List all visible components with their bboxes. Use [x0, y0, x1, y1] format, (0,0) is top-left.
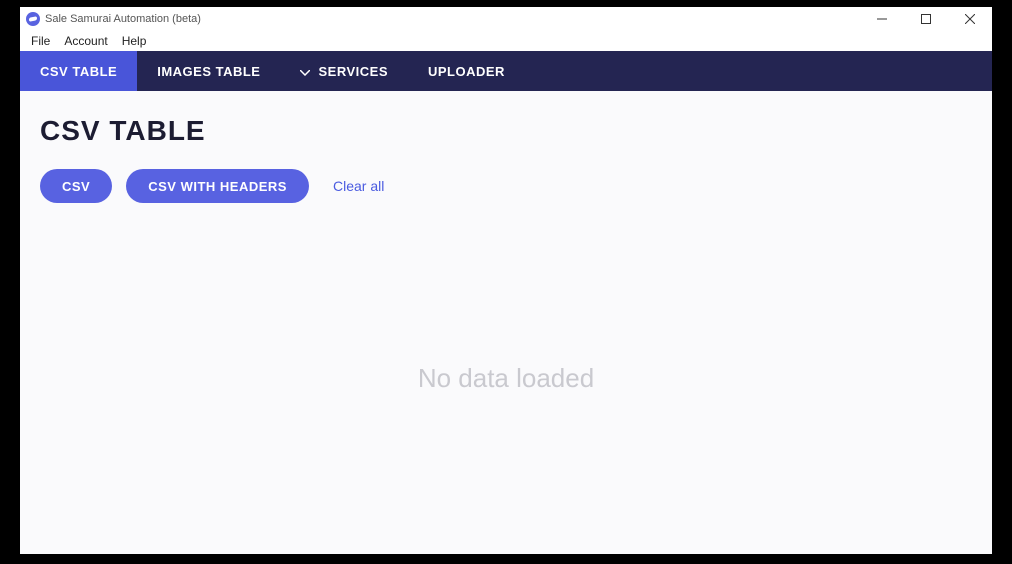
- clear-all-link[interactable]: Clear all: [333, 178, 384, 194]
- minimize-icon: [877, 14, 887, 24]
- window-title: Sale Samurai Automation (beta): [45, 13, 860, 25]
- maximize-icon: [921, 14, 931, 24]
- page-title: CSV TABLE: [40, 115, 972, 147]
- csv-button[interactable]: CSV: [40, 169, 112, 203]
- chevron-down-icon: [300, 64, 310, 79]
- tab-services[interactable]: SERVICES: [280, 51, 408, 91]
- tab-csv-table[interactable]: CSV TABLE: [20, 51, 137, 91]
- window-controls: [860, 7, 992, 31]
- tab-label: IMAGES TABLE: [157, 64, 260, 79]
- app-window: Sale Samurai Automation (beta) File Acco…: [20, 7, 992, 554]
- minimize-button[interactable]: [860, 7, 904, 31]
- csv-with-headers-button[interactable]: CSV WITH HEADERS: [126, 169, 309, 203]
- maximize-button[interactable]: [904, 7, 948, 31]
- tab-label: CSV TABLE: [40, 64, 117, 79]
- menu-file[interactable]: File: [24, 34, 57, 48]
- titlebar: Sale Samurai Automation (beta): [20, 7, 992, 31]
- tab-uploader[interactable]: UPLOADER: [408, 51, 525, 91]
- action-row: CSV CSV WITH HEADERS Clear all: [40, 169, 972, 203]
- empty-message: No data loaded: [418, 363, 594, 394]
- tab-label: SERVICES: [318, 64, 388, 79]
- tab-images-table[interactable]: IMAGES TABLE: [137, 51, 280, 91]
- tab-bar: CSV TABLE IMAGES TABLE SERVICES UPLOADER: [20, 51, 992, 91]
- tab-label: UPLOADER: [428, 64, 505, 79]
- content-area: CSV TABLE CSV CSV WITH HEADERS Clear all…: [20, 91, 992, 554]
- app-icon: [26, 12, 40, 26]
- menu-account[interactable]: Account: [57, 34, 114, 48]
- close-button[interactable]: [948, 7, 992, 31]
- menu-bar: File Account Help: [20, 31, 992, 51]
- menu-help[interactable]: Help: [115, 34, 154, 48]
- empty-state: No data loaded: [40, 203, 972, 554]
- close-icon: [965, 14, 975, 24]
